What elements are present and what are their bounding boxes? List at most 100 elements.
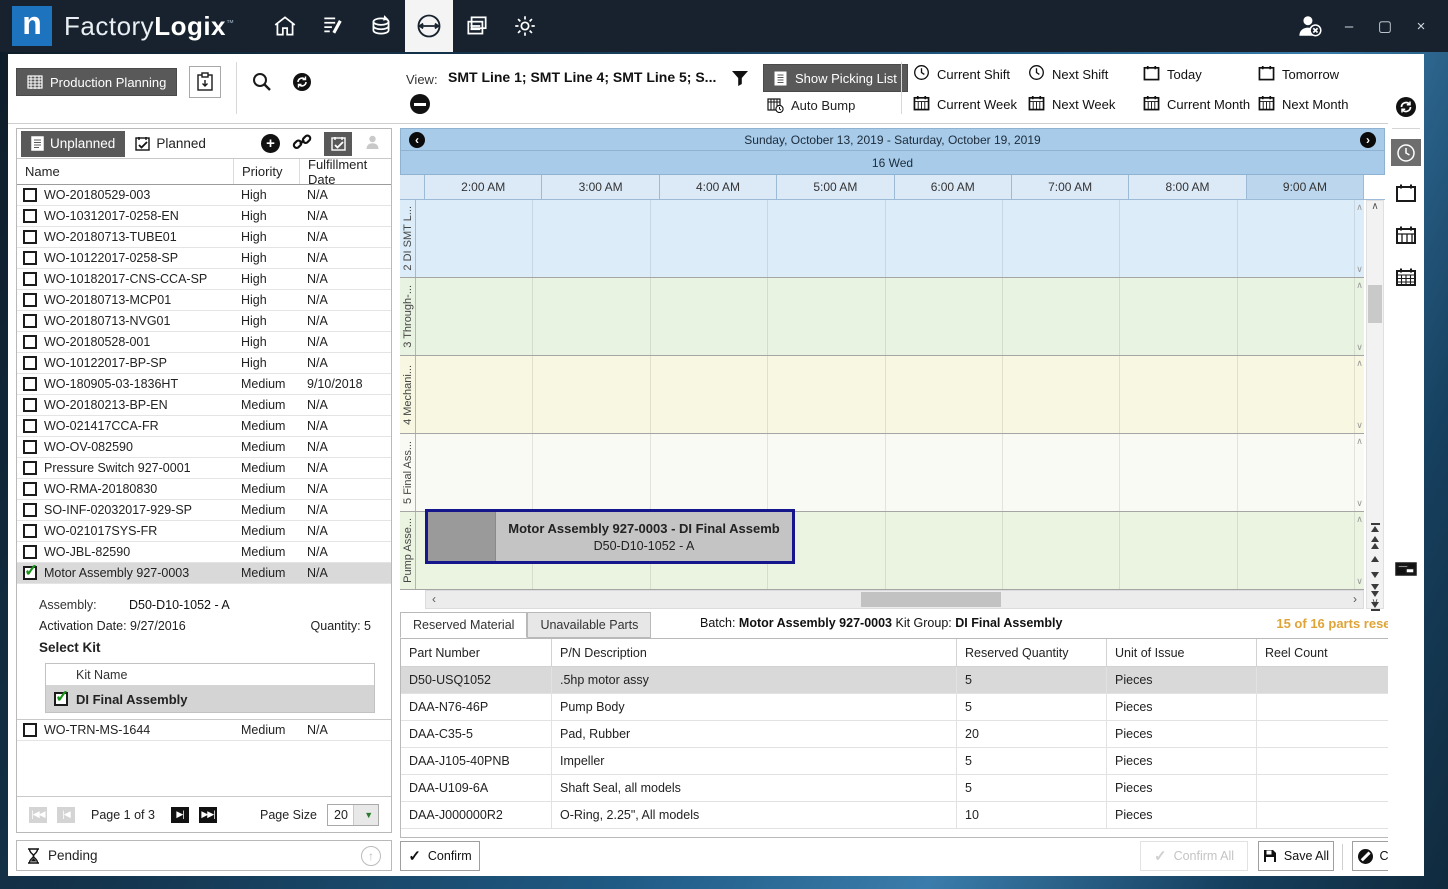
work-order-column-headers[interactable]: Name Priority Fulfillment Date xyxy=(17,159,391,185)
first-page-button[interactable]: |◀◀ xyxy=(29,807,47,823)
work-order-checkbox[interactable] xyxy=(23,419,37,433)
row-expand-up-icon[interactable]: ∧ xyxy=(1356,436,1363,447)
parts-table-row[interactable]: DAA-U109-6AShaft Seal, all models5Pieces… xyxy=(401,775,1423,802)
column-fulfillment-date[interactable]: Fulfillment Date xyxy=(299,159,391,184)
gantt-cell[interactable] xyxy=(1120,434,1237,511)
filter-funnel-icon[interactable] xyxy=(730,68,750,88)
link-work-order-icon[interactable] xyxy=(292,133,312,154)
save-all-button[interactable]: Save All xyxy=(1258,841,1334,871)
prev-page-button[interactable]: |◀ xyxy=(57,807,75,823)
tab-unavailable-parts[interactable]: Unavailable Parts xyxy=(527,612,651,638)
work-order-checkbox[interactable] xyxy=(23,335,37,349)
gantt-cell[interactable] xyxy=(651,356,768,433)
gantt-down-icon[interactable] xyxy=(1367,568,1383,581)
range-button-current-month[interactable]: Current Month xyxy=(1143,90,1258,118)
range-button-next-month[interactable]: Next Month xyxy=(1258,90,1373,118)
gantt-cell[interactable] xyxy=(533,200,650,277)
work-order-checkbox[interactable] xyxy=(23,314,37,328)
gantt-double-down-icon[interactable] xyxy=(1367,584,1383,597)
range-button-today[interactable]: Today xyxy=(1143,60,1258,88)
gantt-cell[interactable] xyxy=(1003,356,1120,433)
confirm-all-button[interactable]: ✓ Confirm All xyxy=(1140,841,1248,871)
next-page-button[interactable]: ▶| xyxy=(171,807,189,823)
show-picking-list-button[interactable]: Show Picking List xyxy=(763,64,908,92)
view-value[interactable]: SMT Line 1; SMT Line 4; SMT Line 5; S... xyxy=(448,69,733,85)
next-week-icon[interactable]: › xyxy=(1360,132,1376,148)
row-expand-up-icon[interactable]: ∧ xyxy=(1356,358,1363,369)
gantt-cell[interactable] xyxy=(416,200,533,277)
kit-checkbox[interactable] xyxy=(54,692,68,706)
shift-view-icon[interactable] xyxy=(1391,139,1421,166)
work-order-row[interactable]: WO-JBL-82590MediumN/A xyxy=(17,542,391,563)
row-expand-up-icon[interactable]: ∧ xyxy=(1356,202,1363,213)
work-order-checkbox[interactable] xyxy=(23,209,37,223)
materials-icon[interactable] xyxy=(357,0,405,52)
minimize-button[interactable]: – xyxy=(1338,18,1360,35)
time-column-header[interactable]: 4:00 AM xyxy=(660,175,777,199)
kit-row[interactable]: DI Final Assembly xyxy=(46,686,374,712)
row-expand-down-icon[interactable]: ∨ xyxy=(1356,498,1363,509)
time-column-header[interactable]: 5:00 AM xyxy=(777,175,894,199)
close-button[interactable]: × xyxy=(1410,18,1432,35)
gantt-cell[interactable] xyxy=(768,278,885,355)
panel-toggle-icon[interactable] xyxy=(1388,552,1424,586)
gantt-skip-up-icon[interactable] xyxy=(1367,520,1383,533)
row-expand-down-icon[interactable]: ∨ xyxy=(1356,264,1363,275)
work-order-row[interactable]: WO-RMA-20180830MediumN/A xyxy=(17,479,391,500)
sync-target-icon[interactable] xyxy=(291,71,313,93)
refresh-schedule-icon[interactable] xyxy=(1388,90,1424,124)
gantt-cell[interactable] xyxy=(1003,434,1120,511)
planned-filter-toggle-icon[interactable] xyxy=(324,132,352,156)
gantt-cell[interactable] xyxy=(768,200,885,277)
work-order-checkbox[interactable] xyxy=(23,461,37,475)
gantt-cell[interactable] xyxy=(886,434,1003,511)
work-order-row[interactable]: WO-20180213-BP-ENMediumN/A xyxy=(17,395,391,416)
gantt-row-label[interactable]: Pump Asse... xyxy=(400,512,416,589)
time-column-header[interactable]: 8:00 AM xyxy=(1129,175,1246,199)
gantt-cell[interactable] xyxy=(651,434,768,511)
work-orders-icon[interactable] xyxy=(309,0,357,52)
gantt-cell[interactable] xyxy=(768,434,885,511)
gantt-cell[interactable] xyxy=(1120,200,1237,277)
month-view-icon[interactable] xyxy=(1388,260,1424,294)
parts-table-row[interactable]: DAA-J105-40PNBImpeller5Pieces1 xyxy=(401,748,1423,775)
parts-table-row[interactable]: DAA-J000000R2O-Ring, 2.25", All models10… xyxy=(401,802,1423,829)
work-order-checkbox[interactable] xyxy=(23,440,37,454)
work-order-checkbox[interactable] xyxy=(23,251,37,265)
work-order-checkbox[interactable] xyxy=(23,503,37,517)
gantt-cell[interactable] xyxy=(1238,200,1355,277)
gantt-cell[interactable] xyxy=(1120,278,1237,355)
scroll-left-icon[interactable]: ‹ xyxy=(426,591,442,607)
range-button-current-shift[interactable]: Current Shift xyxy=(913,60,1028,88)
work-order-row[interactable]: WO-180905-03-1836HTMedium9/10/2018 xyxy=(17,374,391,395)
work-order-checkbox[interactable] xyxy=(23,377,37,391)
range-button-next-week[interactable]: Next Week xyxy=(1028,90,1143,118)
gantt-cell[interactable] xyxy=(886,512,1003,589)
scroll-right-icon[interactable]: › xyxy=(1347,591,1363,607)
work-order-row[interactable]: WO-20180528-001HighN/A xyxy=(17,332,391,353)
work-order-row[interactable]: WO-021017SYS-FRMediumN/A xyxy=(17,521,391,542)
col-description[interactable]: P/N Description xyxy=(551,639,956,666)
gantt-cell[interactable] xyxy=(416,278,533,355)
gantt-cell[interactable] xyxy=(416,356,533,433)
gantt-cell[interactable] xyxy=(533,434,650,511)
day-header[interactable]: 16 Wed xyxy=(400,151,1385,175)
row-expand-down-icon[interactable]: ∨ xyxy=(1356,420,1363,431)
work-order-row[interactable]: WO-20180529-003HighN/A xyxy=(17,185,391,206)
gantt-cell[interactable] xyxy=(886,200,1003,277)
col-part-number[interactable]: Part Number xyxy=(401,646,551,660)
work-order-row[interactable]: WO-20180713-TUBE01HighN/A xyxy=(17,227,391,248)
page-size-select[interactable]: 20 ▼ xyxy=(327,804,379,826)
week-view-icon[interactable] xyxy=(1388,218,1424,252)
gantt-cell[interactable] xyxy=(416,434,533,511)
work-order-checkbox[interactable] xyxy=(23,293,37,307)
row-expand-down-icon[interactable]: ∨ xyxy=(1356,576,1363,587)
last-page-button[interactable]: ▶▶| xyxy=(199,807,217,823)
gantt-cell[interactable] xyxy=(886,278,1003,355)
gantt-row-label[interactable]: 2 DI SMT L... xyxy=(400,200,416,277)
tab-reserved-material[interactable]: Reserved Material xyxy=(400,612,527,638)
h-scroll-thumb[interactable] xyxy=(861,592,1001,607)
prev-week-icon[interactable]: ‹ xyxy=(409,132,425,148)
time-column-header[interactable]: 6:00 AM xyxy=(895,175,1012,199)
tab-unplanned[interactable]: Unplanned xyxy=(21,131,125,157)
